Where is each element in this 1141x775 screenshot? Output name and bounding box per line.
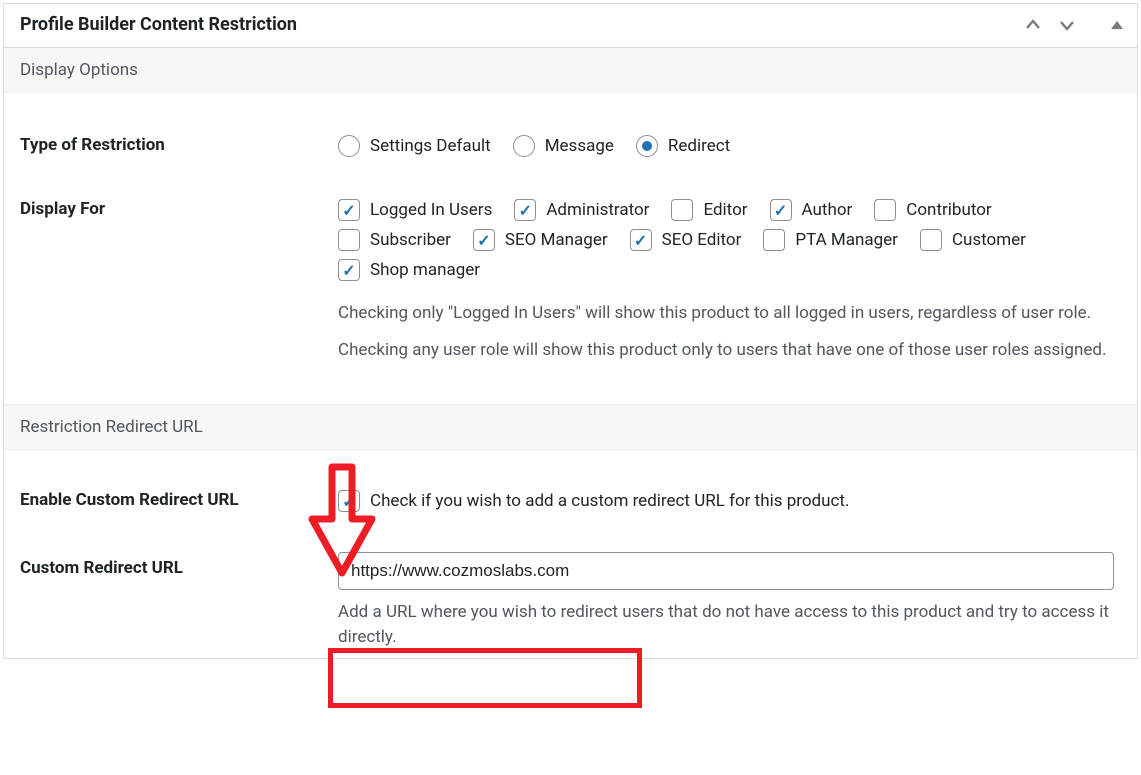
checkbox-icon: [473, 229, 495, 251]
check-editor[interactable]: Editor: [671, 199, 747, 221]
collapse-toggle-icon[interactable]: [1109, 17, 1125, 33]
meta-box-header: Profile Builder Content Restriction: [4, 4, 1137, 48]
checkbox-icon: [770, 199, 792, 221]
check-author[interactable]: Author: [770, 199, 853, 221]
check-enable-custom-redirect[interactable]: Check if you wish to add a custom redire…: [338, 490, 849, 512]
check-shop-manager[interactable]: Shop manager: [338, 259, 480, 281]
checkbox-icon: [338, 259, 360, 281]
checkbox-icon: [874, 199, 896, 221]
section-display-options-title: Display Options: [4, 48, 1137, 93]
check-label: SEO Manager: [505, 230, 608, 250]
radio-label: Settings Default: [370, 136, 491, 156]
checkbox-icon: [630, 229, 652, 251]
radio-icon: [636, 135, 658, 157]
checkbox-icon: [338, 199, 360, 221]
radio-redirect[interactable]: Redirect: [636, 135, 730, 157]
help-display-for-2: Checking any user role will show this pr…: [338, 338, 1121, 363]
checkbox-icon: [514, 199, 536, 221]
label-enable-custom-redirect: Enable Custom Redirect URL: [20, 490, 338, 510]
row-type-of-restriction: Type of Restriction Settings Default Mes…: [4, 135, 1137, 157]
label-custom-redirect-url: Custom Redirect URL: [20, 552, 338, 578]
check-seo-editor[interactable]: SEO Editor: [630, 229, 742, 251]
check-label: Shop manager: [370, 260, 480, 280]
check-label: Subscriber: [370, 230, 451, 250]
check-label: Editor: [703, 200, 747, 220]
check-subscriber[interactable]: Subscriber: [338, 229, 451, 251]
checkbox-icon: [671, 199, 693, 221]
check-pta-manager[interactable]: PTA Manager: [763, 229, 898, 251]
meta-box-content-restriction: Profile Builder Content Restriction Disp…: [3, 3, 1138, 659]
move-down-icon[interactable]: [1057, 15, 1077, 35]
label-type-of-restriction: Type of Restriction: [20, 135, 338, 155]
radio-message[interactable]: Message: [513, 135, 614, 157]
check-help-label: Check if you wish to add a custom redire…: [370, 491, 849, 511]
input-custom-redirect-url[interactable]: [338, 552, 1114, 590]
row-enable-custom-redirect: Enable Custom Redirect URL Check if you …: [4, 490, 1137, 512]
radio-group-type-of-restriction: Settings Default Message Redirect: [338, 135, 1121, 157]
help-display-for-1: Checking only "Logged In Users" will sho…: [338, 301, 1121, 326]
radio-settings-default[interactable]: Settings Default: [338, 135, 491, 157]
meta-header-controls: [1023, 15, 1125, 35]
radio-label: Message: [545, 136, 614, 156]
section-restriction-redirect-title: Restriction Redirect URL: [4, 404, 1137, 450]
help-custom-redirect-url: Add a URL where you wish to redirect use…: [338, 600, 1121, 649]
checkbox-icon: [920, 229, 942, 251]
row-custom-redirect-url: Custom Redirect URL Add a URL where you …: [4, 552, 1137, 649]
move-up-icon[interactable]: [1023, 15, 1043, 35]
label-display-for: Display For: [20, 199, 338, 219]
check-label: Contributor: [906, 200, 991, 220]
check-seo-manager[interactable]: SEO Manager: [473, 229, 608, 251]
check-customer[interactable]: Customer: [920, 229, 1026, 251]
check-label: Author: [802, 200, 853, 220]
checkbox-icon: [338, 229, 360, 251]
check-label: Customer: [952, 230, 1026, 250]
meta-box-title: Profile Builder Content Restriction: [20, 14, 297, 35]
check-contributor[interactable]: Contributor: [874, 199, 991, 221]
check-label: SEO Editor: [662, 230, 742, 250]
check-label: PTA Manager: [795, 230, 898, 250]
check-logged-in-users[interactable]: Logged In Users: [338, 199, 492, 221]
check-group-display-for: Logged In Users Administrator Editor Aut…: [338, 199, 1121, 289]
check-administrator[interactable]: Administrator: [514, 199, 649, 221]
radio-icon: [513, 135, 535, 157]
check-label: Administrator: [546, 200, 649, 220]
check-label: Logged In Users: [370, 200, 492, 220]
radio-label: Redirect: [668, 136, 730, 156]
row-display-for: Display For Logged In Users Administrato…: [4, 199, 1137, 362]
radio-icon: [338, 135, 360, 157]
checkbox-icon: [338, 490, 360, 512]
checkbox-icon: [763, 229, 785, 251]
